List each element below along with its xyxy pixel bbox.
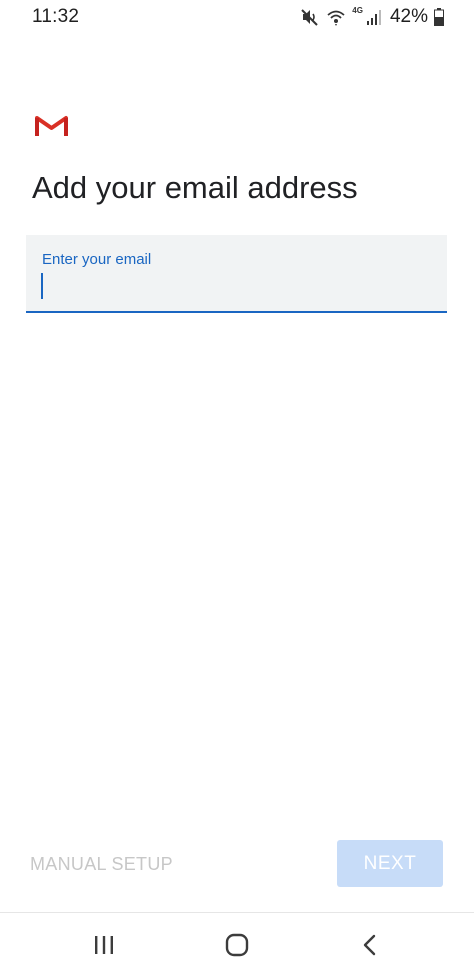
wifi-icon: [326, 7, 346, 27]
signal-icon: [366, 8, 382, 26]
gmail-logo: [35, 114, 68, 138]
back-icon[interactable]: [350, 929, 390, 961]
text-caret: [41, 273, 43, 299]
status-bar: 11:32 4G 42%: [0, 0, 474, 34]
nav-bar: [0, 913, 474, 974]
battery-percent: 42%: [389, 6, 428, 27]
email-field[interactable]: Enter your email: [26, 235, 447, 313]
manual-setup-button[interactable]: MANUAL SETUP: [30, 850, 173, 878]
next-button[interactable]: NEXT: [337, 840, 443, 887]
mute-icon: [300, 7, 320, 27]
screen: 11:32 4G 42% Add your email address Ente…: [0, 0, 474, 974]
status-icons: 4G 42%: [300, 5, 444, 29]
email-input[interactable]: [40, 273, 430, 303]
network-type-label: 4G: [352, 5, 363, 15]
recent-apps-icon[interactable]: [84, 929, 124, 961]
home-icon[interactable]: [217, 929, 257, 961]
status-time: 11:32: [32, 6, 80, 27]
email-field-label: Enter your email: [42, 251, 152, 268]
battery-icon: [434, 8, 444, 26]
page-title: Add your email address: [32, 170, 358, 205]
